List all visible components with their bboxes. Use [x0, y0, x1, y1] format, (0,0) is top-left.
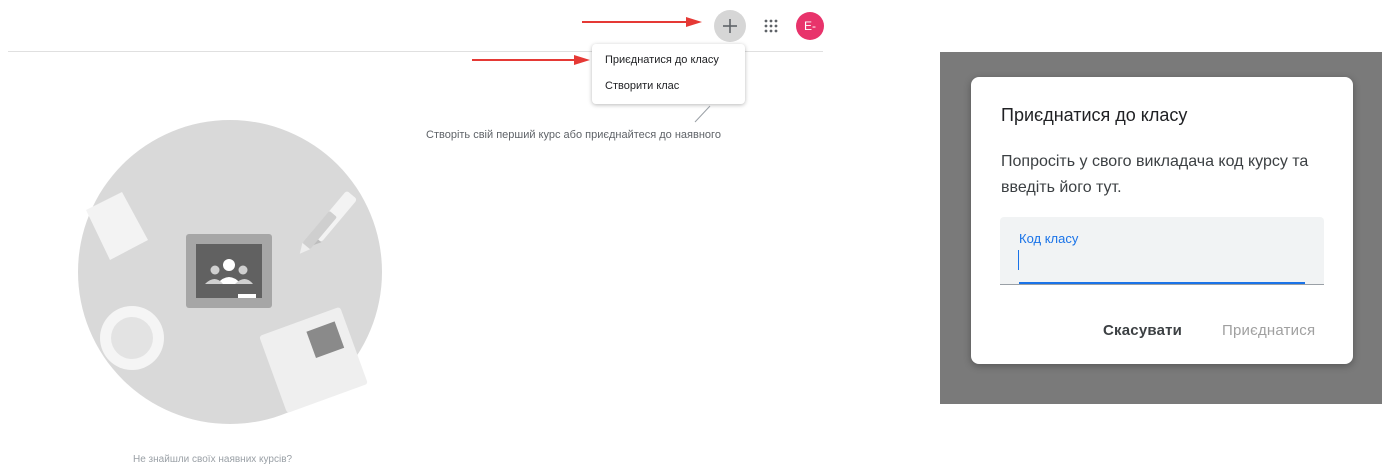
dialog-instructions: Попросіть у свого викладача код курсу та… [1001, 153, 1309, 196]
plus-icon [723, 19, 737, 33]
classroom-home-screenshot: E- Приєднатися до класу Створити клас Ст… [0, 0, 830, 465]
field-underline [1000, 284, 1324, 285]
missing-courses-hint: Не знайшли своїх наявних курсів? [133, 454, 293, 465]
join-button[interactable]: Приєднатися [1222, 322, 1315, 339]
menu-item-join-class[interactable]: Приєднатися до класу [605, 54, 719, 66]
join-class-dialog: Приєднатися до класу Попросіть у свого в… [971, 77, 1353, 364]
menu-item-create-class[interactable]: Створити клас [605, 80, 679, 92]
hint-pointer-line [694, 105, 711, 123]
text-caret [1018, 250, 1019, 270]
empty-state-hint: Створіть свій перший курс або приєднайте… [426, 129, 721, 141]
annotation-arrow-to-plus [582, 17, 702, 27]
class-code-label: Код класу [1019, 231, 1079, 246]
create-join-menu: Приєднатися до класу Створити клас [592, 44, 745, 104]
empty-classroom-illustration [78, 120, 382, 424]
annotation-arrow-to-join [472, 55, 590, 65]
join-class-dialog-screenshot: Приєднатися до класу Попросіть у свого в… [940, 52, 1382, 404]
create-or-join-button[interactable] [714, 10, 746, 42]
class-code-field[interactable]: Код класу [1000, 217, 1324, 285]
cancel-button[interactable]: Скасувати [1103, 322, 1182, 339]
dialog-title: Приєднатися до класу [1001, 105, 1188, 125]
class-code-input[interactable] [1018, 248, 1308, 270]
field-focus-underline [1019, 282, 1305, 284]
account-avatar[interactable]: E- [796, 12, 824, 40]
apps-grid-icon[interactable] [764, 19, 778, 33]
